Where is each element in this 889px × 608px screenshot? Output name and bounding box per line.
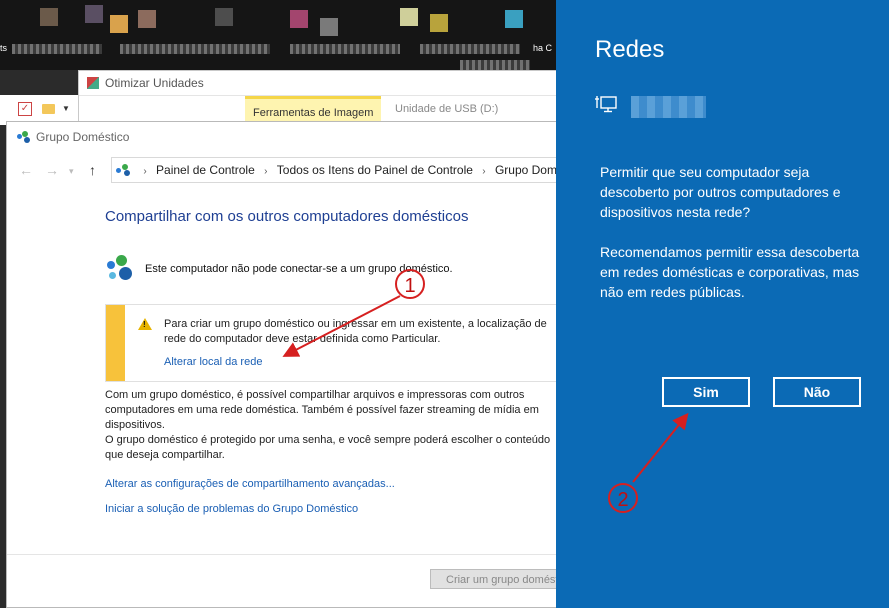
yes-button[interactable]: Sim (662, 377, 750, 407)
discovery-question: Permitir que seu computador seja descobe… (600, 164, 841, 220)
breadcrumb-separator-icon: › (143, 166, 147, 177)
blurred-label (460, 60, 530, 70)
networks-flyout: Redes Permitir que seu computador seja d… (556, 0, 889, 608)
back-arrow-icon[interactable]: ← (19, 162, 33, 178)
ethernet-network-icon (595, 96, 617, 113)
flyout-title: Redes (595, 36, 665, 63)
desktop-pixel (290, 10, 308, 28)
homegroup-large-icon (107, 255, 135, 283)
desktop-pixel (430, 14, 448, 32)
page-title: Compartilhar com os outros computadores … (105, 208, 469, 225)
forward-arrow-icon[interactable]: → (45, 162, 59, 178)
change-network-location-link[interactable]: Alterar local da rede (164, 356, 262, 368)
annotation-marker-2: 2 (608, 483, 638, 513)
tab-usb-drive[interactable]: Unidade de USB (D:) (395, 96, 498, 122)
breadcrumb-separator-icon: › (264, 166, 268, 177)
blurred-label (420, 44, 520, 54)
desktop-pixel (40, 8, 58, 26)
desktop-pixel (110, 15, 128, 33)
recent-dropdown-icon[interactable]: ▾ (69, 166, 74, 177)
breadcrumb-control-panel[interactable]: Painel de Controle (156, 158, 255, 182)
homegroup-window: Grupo Doméstico ← → ▾ ↑ › Painel de Cont… (6, 121, 558, 608)
footer-divider (7, 554, 556, 555)
address-bar[interactable]: › Painel de Controle › Todos os Itens do… (111, 157, 556, 183)
window-title: Otimizar Unidades (87, 76, 204, 90)
breadcrumb-separator-icon: › (482, 166, 486, 177)
no-button[interactable]: Não (773, 377, 861, 407)
desktop-pixel (320, 18, 338, 36)
warning-text: Para criar um grupo doméstico ou ingress… (164, 318, 547, 345)
warning-bar (106, 305, 125, 381)
create-homegroup-button[interactable]: Criar um grupo doméstico (430, 569, 557, 589)
blurred-label (12, 44, 102, 54)
troubleshoot-link[interactable]: Iniciar a solução de problemas do Grupo … (105, 503, 358, 515)
properties-check-icon[interactable]: ✓ (18, 102, 32, 116)
description-paragraph: Com um grupo doméstico, é possível compa… (105, 389, 539, 431)
password-paragraph: O grupo doméstico é protegido por uma se… (105, 434, 551, 461)
quick-access-dropdown-icon[interactable]: ▼ (62, 104, 70, 113)
new-folder-icon[interactable] (42, 104, 55, 114)
up-arrow-icon[interactable]: ↑ (89, 162, 96, 178)
warning-icon: ! (138, 318, 152, 330)
breadcrumb-all-items[interactable]: Todos os Itens do Painel de Controle (277, 158, 473, 182)
homegroup-icon (17, 131, 31, 143)
blurred-label (120, 44, 270, 54)
ribbon: Ferramentas de Imagem Unidade de USB (D:… (79, 95, 557, 122)
defrag-icon (87, 77, 99, 89)
desktop-pixel (400, 8, 418, 26)
desktop-pixel (505, 10, 523, 28)
breadcrumb-homegroup[interactable]: Grupo Doméstico (495, 158, 556, 182)
address-bar-row: ← → ▾ ↑ › Painel de Controle › Todos os … (7, 154, 556, 184)
annotation-marker-1: 1 (395, 269, 425, 299)
blurred-label (290, 44, 400, 54)
warning-panel: ! Para criar um grupo doméstico ou ingre… (105, 304, 558, 382)
control-panel-icon (116, 164, 134, 176)
tab-image-tools[interactable]: Ferramentas de Imagem (245, 96, 382, 122)
advanced-sharing-link[interactable]: Alterar as configurações de compartilham… (105, 478, 395, 490)
desktop-edge-text: ts (0, 43, 8, 53)
discovery-recommendation: Recomendamos permitir essa descoberta em… (600, 244, 860, 300)
desktop-background: ts ha C (0, 0, 556, 70)
desktop-pixel (85, 5, 103, 23)
window-title-text: Otimizar Unidades (105, 76, 204, 90)
network-name-redacted (631, 96, 706, 118)
window-title: Grupo Doméstico (17, 130, 129, 144)
desktop-pixel (215, 8, 233, 26)
desktop-edge-text: ha C (533, 43, 553, 53)
desktop-pixel (138, 10, 156, 28)
window-title-text: Grupo Doméstico (36, 130, 130, 144)
